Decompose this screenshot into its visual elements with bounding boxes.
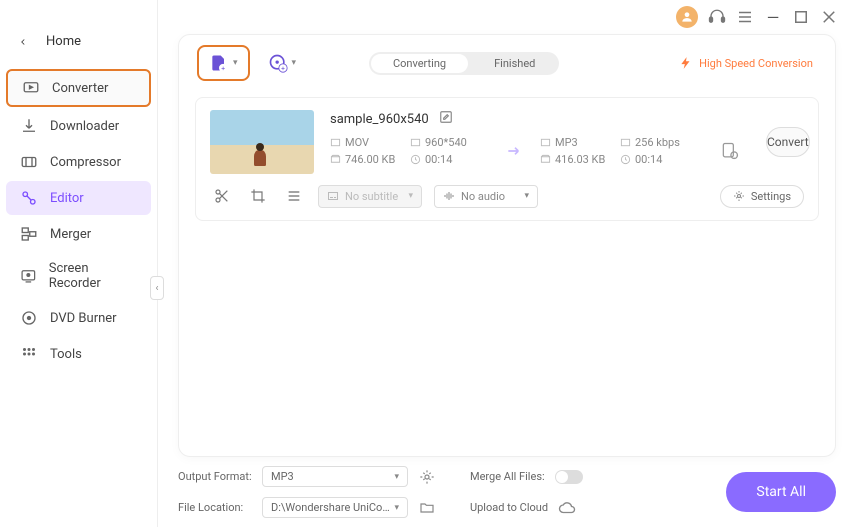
svg-text:+: + — [221, 65, 225, 73]
settings-label: Settings — [751, 190, 791, 203]
compressor-icon — [20, 153, 38, 171]
output-format-select[interactable]: MP3 ▾ — [262, 466, 408, 487]
toolbar: + ▾ + ▾ Converting Finished High Speed C… — [179, 35, 835, 91]
sidebar-item-converter[interactable]: Converter — [6, 69, 151, 107]
close-button[interactable] — [820, 8, 838, 26]
trim-icon[interactable] — [210, 184, 234, 208]
sidebar-item-dvd-burner[interactable]: DVD Burner — [6, 301, 151, 335]
convert-button[interactable]: Convert — [766, 127, 810, 157]
chevron-down-icon: ▾ — [292, 58, 297, 68]
chevron-down-icon: ▾ — [524, 191, 529, 201]
effect-icon[interactable] — [282, 184, 306, 208]
src-resolution: 960*540 — [410, 136, 490, 149]
add-dvd-button[interactable]: + ▾ — [260, 47, 305, 79]
output-settings-icon[interactable] — [418, 468, 436, 486]
svg-text:+: + — [281, 65, 285, 73]
cloud-icon[interactable] — [558, 499, 576, 517]
avatar[interactable] — [676, 6, 698, 28]
screen-recorder-icon — [20, 267, 37, 285]
output-settings-icon[interactable] — [710, 141, 750, 161]
merge-label: Merge All Files: — [470, 470, 545, 483]
src-size: 746.00 KB — [330, 153, 400, 166]
dvd-burner-icon — [20, 309, 38, 327]
src-format: MOV — [330, 136, 400, 149]
hsp-label: High Speed Conversion — [699, 57, 813, 70]
support-icon[interactable] — [708, 8, 726, 26]
dst-format: MP3 — [540, 136, 610, 149]
subtitle-value: No subtitle — [345, 190, 398, 203]
sidebar-item-tools[interactable]: Tools — [6, 337, 151, 371]
file-location-label: File Location: — [178, 501, 252, 514]
dst-bitrate: 256 kbps — [620, 136, 700, 149]
audio-select[interactable]: No audio ▾ — [434, 185, 538, 208]
output-format-label: Output Format: — [178, 470, 252, 483]
sidebar-item-label: Converter — [52, 81, 108, 96]
tab-finished[interactable]: Finished — [470, 52, 559, 75]
add-file-button[interactable]: + ▾ — [197, 45, 250, 81]
settings-button[interactable]: Settings — [720, 185, 804, 208]
crop-icon[interactable] — [246, 184, 270, 208]
merger-icon — [20, 225, 38, 243]
menu-icon[interactable] — [736, 8, 754, 26]
sidebar-item-label: Editor — [50, 191, 84, 206]
src-duration: 00:14 — [410, 153, 490, 166]
upload-label: Upload to Cloud — [470, 501, 548, 514]
subtitle-select[interactable]: No subtitle ▾ — [318, 185, 422, 208]
output-format-value: MP3 — [271, 470, 294, 483]
main-panel: + ▾ + ▾ Converting Finished High Speed C… — [178, 34, 836, 457]
sidebar-item-merger[interactable]: Merger — [6, 217, 151, 251]
sidebar-item-label: Downloader — [50, 119, 119, 134]
sidebar-item-label: Compressor — [50, 155, 121, 170]
sidebar-collapse-button[interactable]: ‹ — [150, 276, 164, 300]
file-thumbnail[interactable] — [210, 110, 314, 174]
tab-converting[interactable]: Converting — [371, 54, 468, 73]
sidebar-item-screen-recorder[interactable]: Screen Recorder — [6, 253, 151, 299]
tab-segment: Converting Finished — [369, 52, 559, 75]
editor-icon — [20, 189, 38, 207]
audio-value: No audio — [461, 190, 505, 203]
dst-duration: 00:14 — [620, 153, 700, 166]
downloader-icon — [20, 117, 38, 135]
sidebar-item-label: Screen Recorder — [49, 261, 137, 291]
start-all-button[interactable]: Start All — [726, 472, 836, 512]
file-card: sample_960x540 MOV 960*540 MP3 256 kbps … — [195, 97, 819, 221]
arrow-icon — [500, 141, 530, 161]
sidebar-item-editor[interactable]: Editor — [6, 181, 151, 215]
edit-name-icon[interactable] — [439, 110, 453, 128]
file-meta: sample_960x540 MOV 960*540 MP3 256 kbps … — [330, 110, 750, 166]
converter-icon — [22, 79, 40, 97]
sidebar-item-label: DVD Burner — [50, 311, 117, 326]
tools-icon — [20, 345, 38, 363]
sidebar-item-label: Tools — [50, 347, 82, 362]
titlebar: — — [676, 6, 838, 28]
dst-size: 416.03 KB — [540, 153, 610, 166]
back-home[interactable]: Home — [0, 24, 157, 67]
add-dvd-icon: + — [268, 53, 288, 73]
footer: Output Format: MP3 ▾ Merge All Files: Fi… — [178, 467, 836, 517]
chevron-down-icon: ▾ — [408, 191, 413, 201]
home-label: Home — [46, 34, 81, 49]
high-speed-conversion-button[interactable]: High Speed Conversion — [679, 56, 817, 70]
sidebar-item-downloader[interactable]: Downloader — [6, 109, 151, 143]
sidebar-item-compressor[interactable]: Compressor — [6, 145, 151, 179]
minimize-button[interactable]: — — [764, 8, 782, 26]
sidebar-item-label: Merger — [50, 227, 91, 242]
chevron-down-icon: ▾ — [394, 472, 399, 482]
chevron-left-icon — [18, 37, 28, 47]
audio-icon — [443, 190, 455, 202]
lightning-icon — [679, 56, 693, 70]
chevron-down-icon: ▾ — [233, 58, 238, 68]
open-folder-icon[interactable] — [418, 499, 436, 517]
gear-icon — [733, 190, 745, 202]
sidebar: Home Converter Downloader Compressor Edi… — [0, 0, 158, 527]
subtitle-icon — [327, 190, 339, 202]
maximize-button[interactable] — [792, 8, 810, 26]
file-location-select[interactable]: D:\Wondershare UniConverter 1 ▾ — [262, 497, 408, 518]
file-location-value: D:\Wondershare UniConverter 1 — [271, 501, 394, 514]
chevron-down-icon: ▾ — [394, 503, 399, 513]
merge-toggle[interactable] — [555, 470, 583, 484]
add-file-icon: + — [209, 53, 229, 73]
file-name: sample_960x540 — [330, 112, 429, 127]
